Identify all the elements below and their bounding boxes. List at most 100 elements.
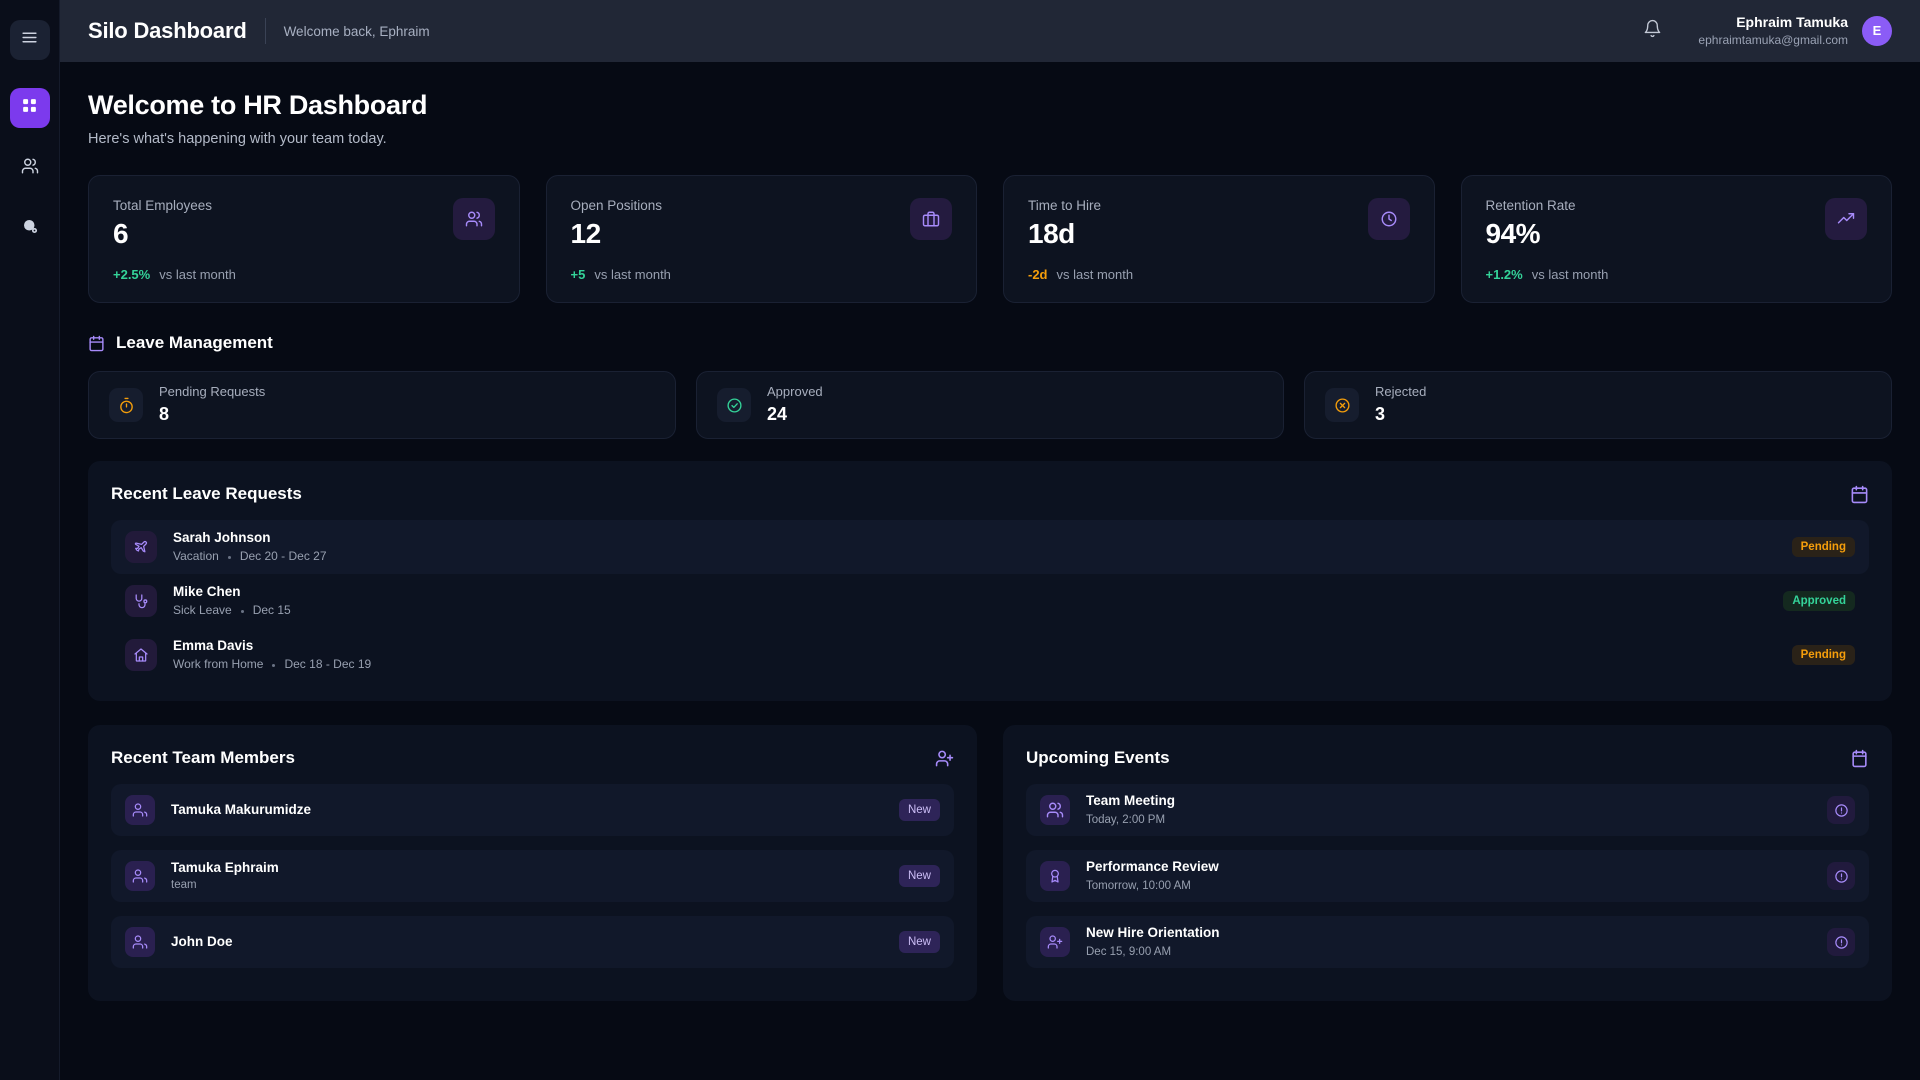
leave-summary-card[interactable]: Pending Requests 8 <box>88 371 676 439</box>
stat-card[interactable]: Total Employees 6 +2.5% vs last month <box>88 175 520 303</box>
calendar-icon[interactable] <box>1850 749 1869 768</box>
sidebar-item-menu-toggle[interactable] <box>10 20 50 60</box>
table-row[interactable]: Emma Davis Work from Home Dec 18 - Dec 1… <box>111 628 1869 682</box>
stat-label: Open Positions <box>571 198 953 213</box>
bell-icon <box>1643 19 1662 43</box>
request-employee-name: Sarah Johnson <box>173 529 1776 547</box>
leave-value: 8 <box>159 403 265 426</box>
event-time: Tomorrow, 10:00 AM <box>1086 879 1811 894</box>
separator-dot <box>272 664 275 667</box>
leave-value: 24 <box>767 403 823 426</box>
stethoscope-icon <box>125 585 157 617</box>
page-title: Welcome to HR Dashboard <box>88 90 1892 121</box>
table-row[interactable]: Mike Chen Sick Leave Dec 15 Approved <box>111 574 1869 628</box>
check-circle-icon <box>717 388 751 422</box>
leave-summary-card[interactable]: Rejected 3 <box>1304 371 1892 439</box>
list-item[interactable]: Performance Review Tomorrow, 10:00 AM <box>1026 850 1869 902</box>
stat-cards: Total Employees 6 +2.5% vs last month Op… <box>88 175 1892 303</box>
user-icon <box>125 861 155 891</box>
request-dates: Dec 18 - Dec 19 <box>284 657 371 673</box>
table-row[interactable]: Sarah Johnson Vacation Dec 20 - Dec 27 P… <box>111 520 1869 574</box>
users-icon <box>453 198 495 240</box>
home-icon <box>125 639 157 671</box>
recent-team-members-panel: Recent Team Members Tamuka Makurumidze N… <box>88 725 977 1001</box>
brand-title: Silo Dashboard <box>88 18 247 44</box>
brand-divider <box>265 18 266 44</box>
user-plus-icon[interactable] <box>935 749 954 768</box>
topbar: Silo Dashboard Welcome back, Ephraim Eph… <box>60 0 1920 62</box>
event-title: New Hire Orientation <box>1086 924 1811 942</box>
status-badge: Approved <box>1783 591 1855 611</box>
leave-label: Pending Requests <box>159 384 265 400</box>
stat-value: 6 <box>113 218 495 250</box>
user-menu[interactable]: Ephraim Tamuka ephraimtamuka@gmail.com E <box>1698 13 1892 48</box>
stat-delta: -2d <box>1028 267 1048 282</box>
member-name: Tamuka Ephraim <box>171 859 883 877</box>
request-dates: Dec 15 <box>253 603 291 619</box>
x-circle-icon <box>1325 388 1359 422</box>
list-item[interactable]: New Hire Orientation Dec 15, 9:00 AM <box>1026 916 1869 968</box>
stat-card[interactable]: Time to Hire 18d -2d vs last month <box>1003 175 1435 303</box>
grid-dashboard-icon <box>21 97 38 119</box>
globe-settings-icon <box>21 217 39 240</box>
leave-summary-card[interactable]: Approved 24 <box>696 371 1284 439</box>
clock-icon <box>1368 198 1410 240</box>
stat-label: Total Employees <box>113 198 495 213</box>
leave-label: Rejected <box>1375 384 1426 400</box>
leave-request-list: Sarah Johnson Vacation Dec 20 - Dec 27 P… <box>111 520 1869 682</box>
stat-value: 94% <box>1486 218 1868 250</box>
avatar[interactable]: E <box>1862 16 1892 46</box>
calendar-icon[interactable] <box>1850 485 1869 504</box>
separator-dot <box>241 610 244 613</box>
status-badge: New <box>899 799 940 821</box>
stat-delta: +2.5% <box>113 267 150 282</box>
users-icon <box>21 157 39 180</box>
sidebar-item-settings[interactable] <box>10 208 50 248</box>
event-title: Performance Review <box>1086 858 1811 876</box>
bottom-panels: Recent Team Members Tamuka Makurumidze N… <box>88 725 1892 1001</box>
app-root: Silo Dashboard Welcome back, Ephraim Eph… <box>0 0 1920 1080</box>
stat-delta-note: vs last month <box>1532 267 1609 282</box>
user-icon <box>125 927 155 957</box>
stat-delta-note: vs last month <box>594 267 671 282</box>
user-plus-icon <box>1040 927 1070 957</box>
panel-title: Recent Team Members <box>111 748 295 768</box>
leave-management-heading: Leave Management <box>88 333 1892 353</box>
request-employee-name: Emma Davis <box>173 637 1776 655</box>
stat-delta: +5 <box>571 267 586 282</box>
panel-title: Upcoming Events <box>1026 748 1170 768</box>
request-dates: Dec 20 - Dec 27 <box>240 549 327 565</box>
calendar-icon <box>88 335 105 352</box>
panel-title: Recent Leave Requests <box>111 484 302 504</box>
list-item[interactable]: Tamuka Ephraim team New <box>111 850 954 902</box>
status-badge: New <box>899 865 940 887</box>
member-name: Tamuka Makurumidze <box>171 801 883 819</box>
request-type: Work from Home <box>173 657 263 673</box>
sidebar-item-team[interactable] <box>10 148 50 188</box>
list-item[interactable]: Team Meeting Today, 2:00 PM <box>1026 784 1869 836</box>
list-item[interactable]: John Doe New <box>111 916 954 968</box>
list-item[interactable]: Tamuka Makurumidze New <box>111 784 954 836</box>
alert-circle-icon[interactable] <box>1827 796 1855 824</box>
stat-card[interactable]: Open Positions 12 +5 vs last month <box>546 175 978 303</box>
event-list: Team Meeting Today, 2:00 PM Performance … <box>1026 784 1869 968</box>
trending-up-icon <box>1825 198 1867 240</box>
briefcase-icon <box>910 198 952 240</box>
section-title: Leave Management <box>116 333 273 353</box>
status-badge: Pending <box>1792 645 1855 665</box>
member-name: John Doe <box>171 933 883 951</box>
alert-circle-icon[interactable] <box>1827 862 1855 890</box>
stat-card[interactable]: Retention Rate 94% +1.2% vs last month <box>1461 175 1893 303</box>
user-name: Ephraim Tamuka <box>1698 13 1848 32</box>
sidebar <box>0 0 60 1080</box>
team-member-list: Tamuka Makurumidze New Tamuka Ephraim te… <box>111 784 954 968</box>
sidebar-item-dashboard[interactable] <box>10 88 50 128</box>
recent-leave-requests-panel: Recent Leave Requests Sarah Johnson Vaca… <box>88 461 1892 701</box>
main-content: Welcome to HR Dashboard Here's what's ha… <box>60 62 1920 1080</box>
alert-circle-icon[interactable] <box>1827 928 1855 956</box>
event-title: Team Meeting <box>1086 792 1811 810</box>
notifications-button[interactable] <box>1643 19 1662 43</box>
leave-summary-cards: Pending Requests 8 Approved 24 Rejected … <box>88 371 1892 439</box>
page-subtitle: Here's what's happening with your team t… <box>88 131 1892 147</box>
stat-delta-note: vs last month <box>1057 267 1134 282</box>
